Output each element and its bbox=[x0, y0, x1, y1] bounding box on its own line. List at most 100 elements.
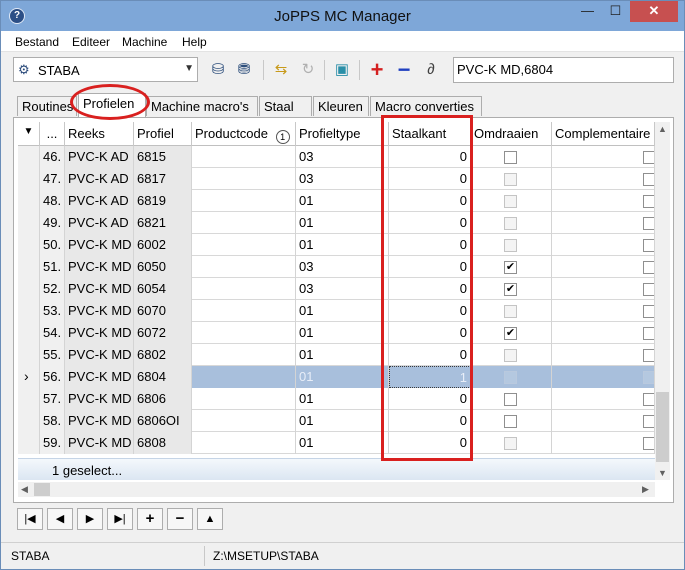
checkbox[interactable]: ✔ bbox=[504, 283, 517, 296]
cell-omdraaien[interactable] bbox=[471, 366, 552, 388]
cell-reeks[interactable]: PVC-K MD bbox=[65, 256, 134, 278]
cell-omdraaien[interactable] bbox=[471, 190, 552, 212]
cell-profieltype[interactable]: 01 bbox=[296, 410, 389, 432]
cell-omdraaien[interactable] bbox=[471, 146, 552, 168]
table-row[interactable]: 51. PVC-K MD 6050 03 0 ✔ bbox=[18, 256, 655, 278]
machine-select[interactable]: ⚙ STABA ▼ bbox=[13, 57, 198, 82]
cell-profieltype[interactable]: 03 bbox=[296, 168, 389, 190]
cell-profiel[interactable]: 6070 bbox=[134, 300, 192, 322]
cell-reeks[interactable]: PVC-K MD bbox=[65, 410, 134, 432]
cell-productcode[interactable] bbox=[192, 366, 296, 388]
cell-complementaire[interactable] bbox=[552, 388, 655, 410]
cell-complementaire[interactable] bbox=[552, 366, 655, 388]
cell-complementaire[interactable] bbox=[552, 278, 655, 300]
cell-productcode[interactable] bbox=[192, 432, 296, 454]
title-bar[interactable]: ? JoPPS MC Manager — ☐ ✕ bbox=[1, 1, 684, 31]
cell-complementaire[interactable] bbox=[552, 432, 655, 454]
tab-machine-macros[interactable]: Machine macro's bbox=[146, 96, 258, 116]
cell-profiel[interactable]: 6806OI bbox=[134, 410, 192, 432]
cell-reeks[interactable]: PVC-K MD bbox=[65, 322, 134, 344]
cell-complementaire[interactable] bbox=[552, 168, 655, 190]
cell-complementaire[interactable] bbox=[552, 256, 655, 278]
table-row[interactable]: 59. PVC-K MD 6808 01 0 bbox=[18, 432, 655, 454]
scroll-up-icon[interactable]: ▲ bbox=[658, 124, 667, 134]
cell-omdraaien[interactable] bbox=[471, 388, 552, 410]
checkbox[interactable] bbox=[643, 349, 654, 362]
checkbox[interactable] bbox=[643, 393, 654, 406]
cell-productcode[interactable] bbox=[192, 234, 296, 256]
row-number[interactable]: 54. bbox=[40, 322, 65, 344]
checkbox[interactable] bbox=[643, 217, 654, 230]
menu-help[interactable]: Help bbox=[182, 35, 207, 49]
prev-record-button[interactable]: ◀ bbox=[47, 508, 73, 530]
cell-reeks[interactable]: PVC-K AD bbox=[65, 146, 134, 168]
row-number[interactable]: 47. bbox=[40, 168, 65, 190]
row-number[interactable]: 59. bbox=[40, 432, 65, 454]
cell-productcode[interactable] bbox=[192, 278, 296, 300]
horizontal-scrollbar[interactable]: ◀ ▶ bbox=[18, 482, 655, 497]
table-row[interactable]: 47. PVC-K AD 6817 03 0 bbox=[18, 168, 655, 190]
tab-macro-converties[interactable]: Macro converties bbox=[370, 96, 482, 116]
cell-productcode[interactable] bbox=[192, 410, 296, 432]
scroll-down-icon[interactable]: ▼ bbox=[658, 468, 667, 478]
table-row[interactable]: 50. PVC-K MD 6002 01 0 bbox=[18, 234, 655, 256]
add-record-button[interactable]: + bbox=[137, 508, 163, 530]
tab-kleuren[interactable]: Kleuren bbox=[313, 96, 369, 116]
checkbox[interactable]: ✔ bbox=[504, 261, 517, 274]
table-row[interactable]: 52. PVC-K MD 6054 03 0 ✔ bbox=[18, 278, 655, 300]
cell-profiel[interactable]: 6050 bbox=[134, 256, 192, 278]
minimize-button[interactable]: — bbox=[574, 1, 601, 22]
checkbox[interactable] bbox=[504, 217, 517, 230]
cell-profiel[interactable]: 6806 bbox=[134, 388, 192, 410]
cell-omdraaien[interactable] bbox=[471, 344, 552, 366]
cell-productcode[interactable] bbox=[192, 146, 296, 168]
row-number[interactable]: 46. bbox=[40, 146, 65, 168]
cell-profiel[interactable]: 6817 bbox=[134, 168, 192, 190]
cell-profieltype[interactable]: 01 bbox=[296, 366, 389, 388]
cell-reeks[interactable]: PVC-K MD bbox=[65, 234, 134, 256]
cell-omdraaien[interactable]: ✔ bbox=[471, 322, 552, 344]
cell-reeks[interactable]: PVC-K MD bbox=[65, 278, 134, 300]
checkbox[interactable] bbox=[643, 305, 654, 318]
cell-productcode[interactable] bbox=[192, 190, 296, 212]
table-row[interactable]: 55. PVC-K MD 6802 01 0 bbox=[18, 344, 655, 366]
table-row[interactable]: 48. PVC-K AD 6819 01 0 bbox=[18, 190, 655, 212]
checkbox[interactable] bbox=[504, 349, 517, 362]
checkbox[interactable] bbox=[643, 239, 654, 252]
checkbox[interactable] bbox=[643, 195, 654, 208]
checkbox[interactable] bbox=[504, 151, 517, 164]
next-record-button[interactable]: ▶ bbox=[77, 508, 103, 530]
scroll-right-icon[interactable]: ▶ bbox=[642, 484, 649, 495]
checkbox[interactable] bbox=[504, 415, 517, 428]
row-number[interactable]: 58. bbox=[40, 410, 65, 432]
package-icon[interactable]: ▣ bbox=[332, 60, 352, 80]
cell-complementaire[interactable] bbox=[552, 212, 655, 234]
cell-omdraaien[interactable]: ✔ bbox=[471, 278, 552, 300]
menu-bestand[interactable]: Bestand bbox=[15, 35, 59, 49]
checkbox[interactable]: ✔ bbox=[504, 327, 517, 340]
cell-productcode[interactable] bbox=[192, 168, 296, 190]
cell-profiel[interactable]: 6802 bbox=[134, 344, 192, 366]
cell-profiel[interactable]: 6002 bbox=[134, 234, 192, 256]
cell-reeks[interactable]: PVC-K AD bbox=[65, 212, 134, 234]
row-number[interactable]: 55. bbox=[40, 344, 65, 366]
checkbox[interactable] bbox=[504, 437, 517, 450]
cell-productcode[interactable] bbox=[192, 388, 296, 410]
cell-omdraaien[interactable]: ✔ bbox=[471, 256, 552, 278]
checkbox[interactable] bbox=[643, 283, 654, 296]
tab-routines[interactable]: Routines bbox=[17, 96, 77, 116]
header-productcode[interactable]: Productcode 1 bbox=[192, 122, 296, 146]
menu-machine[interactable]: Machine bbox=[122, 35, 167, 49]
cell-omdraaien[interactable] bbox=[471, 234, 552, 256]
checkbox[interactable] bbox=[643, 151, 654, 164]
cell-complementaire[interactable] bbox=[552, 146, 655, 168]
cell-complementaire[interactable] bbox=[552, 410, 655, 432]
cell-profiel[interactable]: 6072 bbox=[134, 322, 192, 344]
header-omdraaien[interactable]: Omdraaien bbox=[471, 122, 552, 146]
table-row[interactable]: › 56. PVC-K MD 6804 01 1 bbox=[18, 366, 655, 388]
cell-productcode[interactable] bbox=[192, 300, 296, 322]
cell-profieltype[interactable]: 01 bbox=[296, 190, 389, 212]
row-number[interactable]: 57. bbox=[40, 388, 65, 410]
cell-productcode[interactable] bbox=[192, 256, 296, 278]
cell-profieltype[interactable]: 03 bbox=[296, 256, 389, 278]
